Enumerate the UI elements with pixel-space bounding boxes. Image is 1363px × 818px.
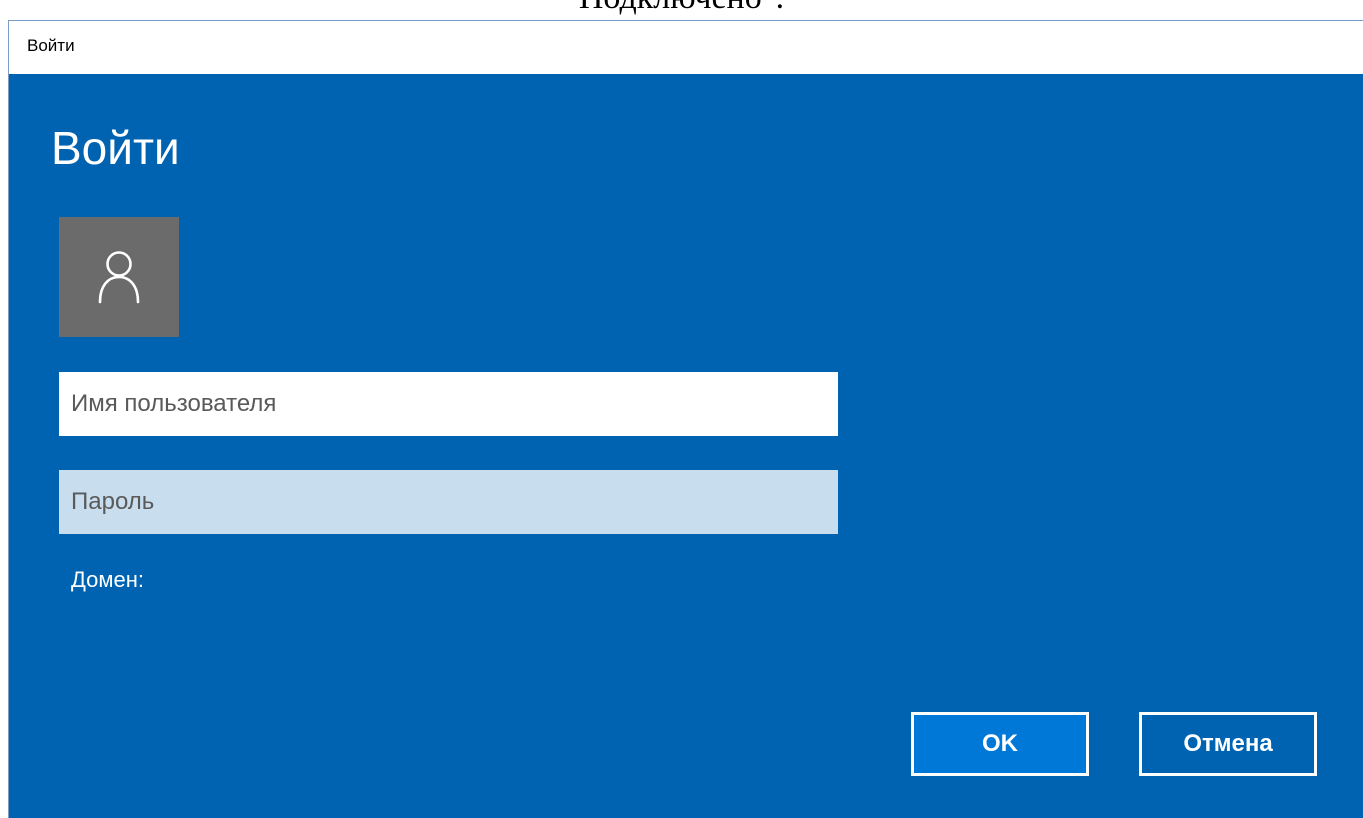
- username-input[interactable]: [59, 372, 838, 436]
- sign-in-dialog: Войти Войти Домен: OK Отмена: [8, 20, 1363, 818]
- domain-label: Домен:: [71, 567, 145, 592]
- cancel-button[interactable]: Отмена: [1139, 712, 1317, 776]
- user-icon: [98, 251, 140, 304]
- window-title: Войти: [27, 36, 75, 55]
- dialog-body: Войти Домен: OK Отмена: [9, 74, 1363, 818]
- background-document-text: Подключено".: [0, 0, 1363, 18]
- dialog-heading: Войти: [51, 122, 180, 174]
- ok-button[interactable]: OK: [911, 712, 1089, 776]
- avatar: [59, 217, 179, 337]
- password-input[interactable]: [59, 470, 838, 534]
- screen: Подключено". Войти Войти Домен: OK Отмен…: [0, 0, 1363, 818]
- title-bar[interactable]: Войти: [9, 21, 1363, 74]
